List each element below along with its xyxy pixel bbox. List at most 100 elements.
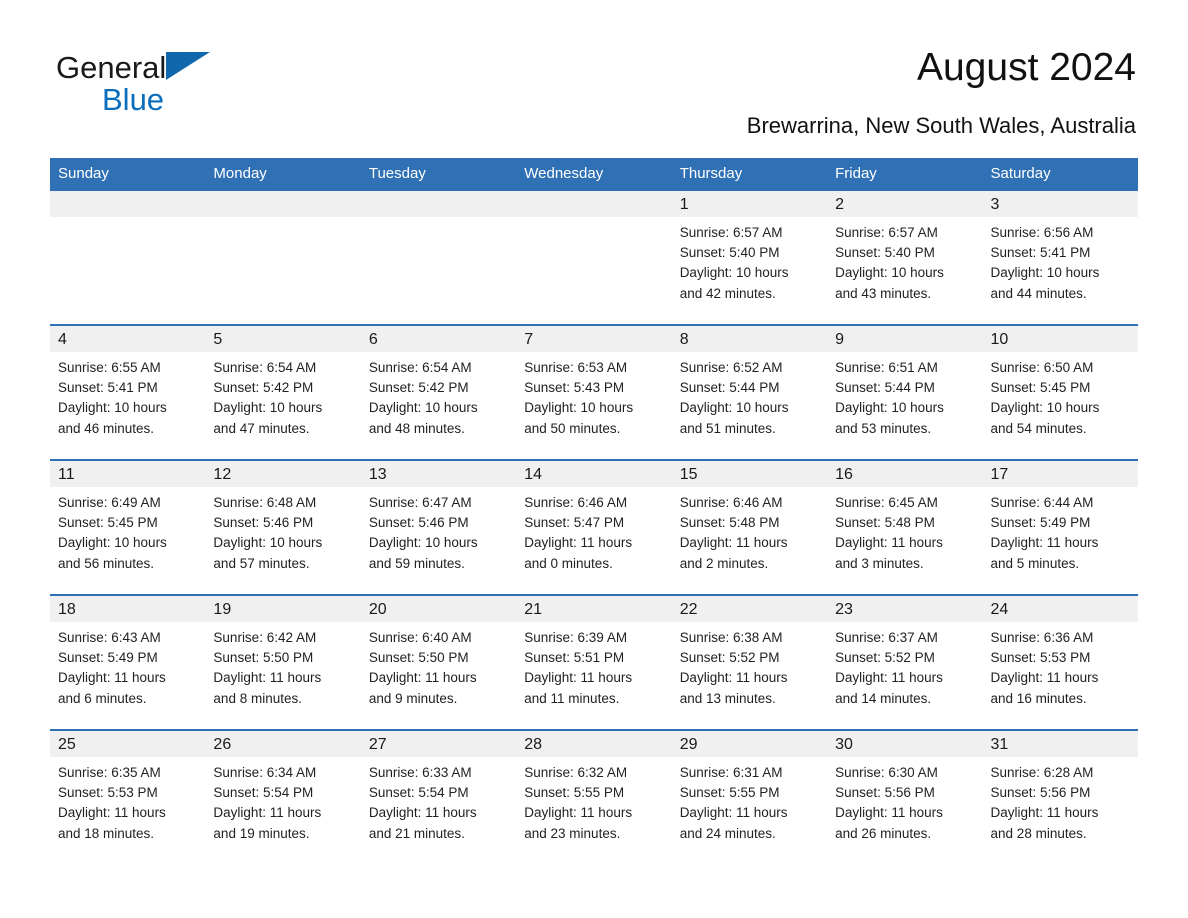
sunrise-text: Sunrise: 6:54 AM [213, 360, 317, 375]
day-cell[interactable]: 18 Sunrise: 6:43 AM Sunset: 5:49 PM Dayligh… [50, 596, 206, 729]
day-details: Sunrise: 6:51 AM Sunset: 5:44 PM Daylight:… [827, 352, 982, 439]
day-cell[interactable]: 27 Sunrise: 6:33 AM Sunset: 5:54 PM Dayligh… [360, 731, 517, 864]
sunrise-text: Sunrise: 6:44 AM [990, 495, 1094, 510]
daylight-text-line2: and 56 minutes. [58, 555, 155, 571]
sunset-text: Sunset: 5:46 PM [213, 515, 314, 531]
daylight-text-line1: Daylight: 10 hours [990, 400, 1100, 416]
day-cell[interactable]: 1 Sunrise: 6:57 AM Sunset: 5:40 PM Daylight… [671, 191, 828, 324]
day-cell[interactable]: 21 Sunrise: 6:39 AM Sunset: 5:51 PM Dayligh… [516, 596, 672, 729]
day-number: 27 [360, 731, 517, 757]
daylight-text-line1: Daylight: 10 hours [990, 265, 1100, 281]
day-cell[interactable]: 9 Sunrise: 6:51 AM Sunset: 5:44 PM Daylight… [827, 326, 983, 459]
daylight-text-line2: and 6 minutes. [58, 690, 147, 706]
day-number: 29 [671, 731, 828, 757]
day-cell[interactable]: 23 Sunrise: 6:37 AM Sunset: 5:52 PM Dayligh… [827, 596, 983, 729]
sunset-text: Sunset: 5:50 PM [213, 650, 314, 666]
daylight-text-line2: and 24 minutes. [679, 825, 776, 841]
day-details: Sunrise: 6:57 AM Sunset: 5:40 PM Daylight:… [672, 217, 827, 304]
sunset-text: Sunset: 5:49 PM [990, 515, 1091, 531]
daylight-text-line2: and 13 minutes. [679, 690, 776, 706]
day-cell[interactable]: 4 Sunrise: 6:55 AM Sunset: 5:41 PM Daylight… [50, 326, 206, 459]
day-cell[interactable]: 29 Sunrise: 6:31 AM Sunset: 5:55 PM Dayligh… [671, 731, 828, 864]
sunset-text: Sunset: 5:41 PM [58, 380, 158, 396]
daylight-text-line2: and 28 minutes. [990, 825, 1087, 841]
day-cell[interactable]: 28 Sunrise: 6:32 AM Sunset: 5:55 PM Dayligh… [516, 731, 672, 864]
sunrise-text: Sunrise: 6:57 AM [835, 225, 938, 240]
day-cell[interactable]: 15 Sunrise: 6:46 AM Sunset: 5:48 PM Dayligh… [671, 461, 828, 594]
day-number [516, 191, 672, 217]
day-details: Sunrise: 6:31 AM Sunset: 5:55 PM Daylight:… [672, 757, 827, 844]
day-cell[interactable]: 11 Sunrise: 6:49 AM Sunset: 5:45 PM Dayligh… [50, 461, 206, 594]
day-cell[interactable]: 10 Sunrise: 6:50 AM Sunset: 5:45 PM Dayligh… [982, 326, 1138, 459]
day-cell[interactable]: 17 Sunrise: 6:44 AM Sunset: 5:49 PM Dayligh… [982, 461, 1138, 594]
day-cell[interactable]: 7 Sunrise: 6:53 AM Sunset: 5:43 PM Daylight… [516, 326, 672, 459]
day-cell-empty [360, 191, 517, 324]
day-number: 5 [205, 326, 361, 352]
day-number: 13 [360, 461, 517, 487]
daylight-text-line2: and 16 minutes. [990, 690, 1087, 706]
day-cell[interactable]: 22 Sunrise: 6:38 AM Sunset: 5:52 PM Dayligh… [671, 596, 828, 729]
sunset-text: Sunset: 5:50 PM [368, 650, 469, 666]
day-cell[interactable]: 8 Sunrise: 6:52 AM Sunset: 5:44 PM Daylight… [671, 326, 828, 459]
day-cell[interactable]: 14 Sunrise: 6:46 AM Sunset: 5:47 PM Dayligh… [516, 461, 672, 594]
sunset-text: Sunset: 5:43 PM [524, 380, 625, 396]
day-details: Sunrise: 6:57 AM Sunset: 5:40 PM Daylight:… [827, 217, 982, 304]
calendar-week-row: 25 Sunrise: 6:35 AM Sunset: 5:53 PM Dayligh… [50, 729, 1138, 864]
day-number: 15 [671, 461, 828, 487]
sunset-text: Sunset: 5:44 PM [679, 380, 780, 396]
day-cell[interactable]: 20 Sunrise: 6:40 AM Sunset: 5:50 PM Dayligh… [360, 596, 517, 729]
daylight-text-line2: and 5 minutes. [990, 555, 1080, 571]
day-cell[interactable]: 16 Sunrise: 6:45 AM Sunset: 5:48 PM Dayligh… [827, 461, 983, 594]
day-cell[interactable]: 24 Sunrise: 6:36 AM Sunset: 5:53 PM Dayligh… [982, 596, 1138, 729]
daylight-text-line2: and 19 minutes. [213, 825, 310, 841]
day-details: Sunrise: 6:54 AM Sunset: 5:42 PM Daylight:… [361, 352, 516, 439]
daylight-text-line1: Daylight: 10 hours [524, 400, 634, 416]
sunrise-text: Sunrise: 6:30 AM [835, 765, 938, 780]
calendar-page: General Blue August 2024 Brewarrina, New… [0, 0, 1188, 918]
daylight-text-line2: and 43 minutes. [835, 285, 932, 301]
daylight-text-line1: Daylight: 10 hours [835, 400, 944, 416]
day-details: Sunrise: 6:50 AM Sunset: 5:45 PM Daylight:… [983, 352, 1138, 439]
daylight-text-line2: and 11 minutes. [524, 690, 620, 706]
day-cell[interactable]: 31 Sunrise: 6:28 AM Sunset: 5:56 PM Dayligh… [982, 731, 1138, 864]
day-cell[interactable]: 3 Sunrise: 6:56 AM Sunset: 5:41 PM Daylight… [982, 191, 1138, 324]
sunrise-text: Sunrise: 6:52 AM [679, 360, 783, 375]
sunrise-text: Sunrise: 6:32 AM [524, 765, 628, 780]
day-number: 11 [50, 461, 206, 487]
day-number: 22 [671, 596, 828, 622]
sunrise-text: Sunrise: 6:33 AM [368, 765, 472, 780]
daylight-text-line1: Daylight: 10 hours [213, 535, 323, 551]
day-cell[interactable]: 30 Sunrise: 6:30 AM Sunset: 5:56 PM Dayligh… [827, 731, 983, 864]
day-number: 25 [50, 731, 206, 757]
weekday-header-saturday: Saturday [990, 165, 1051, 182]
day-cell[interactable]: 13 Sunrise: 6:47 AM Sunset: 5:46 PM Dayligh… [360, 461, 517, 594]
day-cell[interactable]: 19 Sunrise: 6:42 AM Sunset: 5:50 PM Dayligh… [205, 596, 361, 729]
daylight-text-line2: and 54 minutes. [990, 420, 1087, 436]
day-details: Sunrise: 6:43 AM Sunset: 5:49 PM Daylight:… [50, 622, 205, 709]
day-cell[interactable]: 26 Sunrise: 6:34 AM Sunset: 5:54 PM Dayligh… [205, 731, 361, 864]
daylight-text-line2: and 21 minutes. [368, 825, 465, 841]
day-details: Sunrise: 6:28 AM Sunset: 5:56 PM Daylight:… [983, 757, 1138, 844]
sunset-text: Sunset: 5:45 PM [990, 380, 1091, 396]
day-number: 21 [516, 596, 672, 622]
sunrise-text: Sunrise: 6:28 AM [990, 765, 1094, 780]
daylight-text-line1: Daylight: 11 hours [679, 670, 788, 686]
daylight-text-line1: Daylight: 10 hours [368, 535, 478, 551]
daylight-text-line1: Daylight: 10 hours [835, 265, 944, 281]
sunrise-text: Sunrise: 6:55 AM [58, 360, 161, 375]
day-details: Sunrise: 6:37 AM Sunset: 5:52 PM Daylight:… [827, 622, 982, 709]
daylight-text-line2: and 42 minutes. [679, 285, 776, 301]
day-cell[interactable]: 12 Sunrise: 6:48 AM Sunset: 5:46 PM Dayligh… [205, 461, 361, 594]
day-cell[interactable]: 2 Sunrise: 6:57 AM Sunset: 5:40 PM Daylight… [827, 191, 983, 324]
day-number: 8 [671, 326, 828, 352]
day-cell[interactable]: 6 Sunrise: 6:54 AM Sunset: 5:42 PM Daylight… [360, 326, 517, 459]
day-details: Sunrise: 6:32 AM Sunset: 5:55 PM Daylight:… [516, 757, 671, 844]
daylight-text-line1: Daylight: 11 hours [368, 805, 477, 821]
calendar-week-row: 18 Sunrise: 6:43 AM Sunset: 5:49 PM Dayligh… [50, 594, 1138, 729]
weekday-header-thursday: Thursday [679, 165, 743, 182]
day-cell[interactable]: 25 Sunrise: 6:35 AM Sunset: 5:53 PM Dayligh… [50, 731, 206, 864]
day-cell[interactable]: 5 Sunrise: 6:54 AM Sunset: 5:42 PM Daylight… [205, 326, 361, 459]
day-number: 28 [516, 731, 672, 757]
sunset-text: Sunset: 5:42 PM [213, 380, 314, 396]
daylight-text-line1: Daylight: 11 hours [835, 670, 943, 686]
